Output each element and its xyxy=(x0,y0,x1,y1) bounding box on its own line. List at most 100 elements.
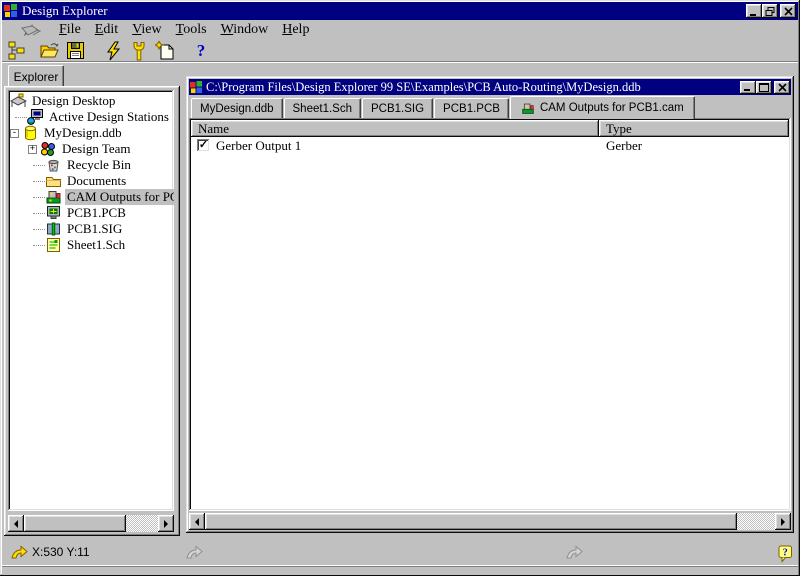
scroll-right-button[interactable] xyxy=(158,515,174,532)
document-close-button[interactable] xyxy=(774,81,790,94)
minimize-icon xyxy=(749,7,759,16)
left-arrow-icon xyxy=(195,518,199,526)
row-checkbox-checked[interactable]: ✓ xyxy=(197,139,210,152)
scrollbar-track[interactable] xyxy=(737,513,775,530)
tree-item-label: PCB1.PCB xyxy=(65,205,128,221)
menu-window[interactable]: Window xyxy=(214,21,276,39)
scroll-right-button[interactable] xyxy=(775,513,791,530)
close-button[interactable] xyxy=(780,4,796,18)
tab-explorer[interactable]: Explorer xyxy=(8,65,64,88)
sig-document-icon xyxy=(45,221,62,237)
restore-button[interactable] xyxy=(762,4,778,18)
scroll-left-button[interactable] xyxy=(8,515,24,532)
tab-label: PCB1.SIG xyxy=(371,103,424,115)
tree-item-pcb1-sig[interactable]: PCB1.SIG xyxy=(8,221,174,237)
lightning-bolt-icon xyxy=(104,41,122,61)
help-button[interactable]: ? xyxy=(188,40,214,62)
tab-label: Sheet1.Sch xyxy=(293,103,352,115)
cross-probe-icon-inactive xyxy=(185,545,203,559)
scrollbar-thumb[interactable] xyxy=(24,515,126,532)
tree-item-label: Design Desktop xyxy=(30,93,117,109)
tab-cam-outputs-active[interactable]: CAM Outputs for PCB1.cam xyxy=(510,96,695,119)
column-header-type[interactable]: Type xyxy=(599,120,789,137)
tree-item-label-selected: CAM Outputs for PCB1.cam xyxy=(65,189,174,205)
close-icon xyxy=(778,83,787,92)
tree-item-active-design-stations[interactable]: Active Design Stations xyxy=(8,109,174,125)
workspace: Explorer Design Desktop xyxy=(2,63,798,540)
explorer-tree-icon xyxy=(8,41,26,61)
design-explorer-window: Design Explorer File Edit View Tools Win… xyxy=(0,0,800,576)
tree-item-sheet1-sch[interactable]: Sheet1.Sch xyxy=(8,237,174,253)
new-document-icon xyxy=(155,41,175,61)
tree-item-mydesign-ddb[interactable]: - MyDesign.ddb xyxy=(8,125,174,141)
menu-file[interactable]: File xyxy=(52,21,88,39)
document-path-title: C:\Program Files\Design Explorer 99 SE\E… xyxy=(206,80,740,95)
explorer-horizontal-scrollbar[interactable] xyxy=(8,515,174,532)
tab-pcb1-sig[interactable]: PCB1.SIG xyxy=(362,98,433,118)
options-button[interactable] xyxy=(126,40,152,62)
document-titlebar: C:\Program Files\Design Explorer 99 SE\E… xyxy=(189,79,791,95)
folder-icon xyxy=(45,173,62,189)
design-menu-arrow-icon[interactable] xyxy=(20,24,42,36)
run-button[interactable] xyxy=(100,40,126,62)
document-window: C:\Program Files\Design Explorer 99 SE\E… xyxy=(186,76,794,533)
minimize-button[interactable] xyxy=(746,4,762,18)
design-tree: Design Desktop xyxy=(8,90,174,511)
column-label: Name xyxy=(198,121,229,137)
document-horizontal-scrollbar[interactable] xyxy=(189,513,791,530)
menu-help[interactable]: Help xyxy=(275,21,316,39)
tree-item-design-team[interactable]: + Design Team xyxy=(8,141,174,157)
tree-item-pcb1-pcb[interactable]: PCB1.PCB xyxy=(8,205,174,221)
expand-expander[interactable]: + xyxy=(28,145,37,154)
toggle-explorer-panel-button[interactable] xyxy=(4,40,30,62)
scrollbar-thumb[interactable] xyxy=(205,513,737,530)
new-document-button[interactable] xyxy=(152,40,178,62)
tree-item-documents[interactable]: Documents xyxy=(8,173,174,189)
collapse-expander[interactable]: - xyxy=(10,129,19,138)
output-name: Gerber Output 1 xyxy=(216,138,301,154)
recycle-bin-icon xyxy=(45,157,62,173)
open-document-button[interactable] xyxy=(36,40,62,62)
tree-item-label: Active Design Stations xyxy=(47,109,171,125)
minimize-icon xyxy=(743,83,753,92)
document-minimize-button[interactable] xyxy=(740,81,756,94)
explorer-frame: Design Desktop xyxy=(4,86,180,536)
maximize-icon xyxy=(759,83,769,92)
right-arrow-icon xyxy=(164,520,168,528)
document-tab-bar: MyDesign.ddb Sheet1.Sch PCB1.SIG PCB1.PC… xyxy=(189,96,791,118)
document-maximize-button[interactable] xyxy=(756,81,772,94)
column-header-name[interactable]: Name xyxy=(191,120,599,137)
workstation-icon xyxy=(27,109,44,125)
tree-item-cam-outputs[interactable]: CAM Outputs for PCB1.cam xyxy=(8,189,174,205)
menu-tools[interactable]: Tools xyxy=(169,21,214,39)
wrench-icon xyxy=(131,41,147,61)
bottom-strip xyxy=(2,565,798,575)
cursor-position: X:530 Y:11 xyxy=(32,545,90,559)
table-row[interactable]: ✓ Gerber Output 1 Gerber xyxy=(191,137,789,154)
close-icon xyxy=(784,7,793,16)
tree-connector xyxy=(33,229,45,230)
svg-text:?: ? xyxy=(783,548,788,559)
scroll-left-button[interactable] xyxy=(189,513,205,530)
scrollbar-track[interactable] xyxy=(126,515,158,532)
tab-pcb1-pcb[interactable]: PCB1.PCB xyxy=(434,98,509,118)
tree-item-design-desktop[interactable]: Design Desktop xyxy=(8,93,174,109)
explorer-panel: Explorer Design Desktop xyxy=(4,65,180,536)
tree-connector xyxy=(15,117,27,118)
tab-label: PCB1.PCB xyxy=(443,103,500,115)
app-logo-icon xyxy=(4,4,18,18)
tree-item-label: Recycle Bin xyxy=(65,157,133,173)
desktop-icon xyxy=(10,93,27,109)
tree-item-recycle-bin[interactable]: Recycle Bin xyxy=(8,157,174,173)
window-title: Design Explorer xyxy=(22,3,746,19)
help-icon: ? xyxy=(197,41,206,61)
column-label: Type xyxy=(606,121,632,137)
menu-view[interactable]: View xyxy=(125,21,169,39)
tab-mydesign-ddb[interactable]: MyDesign.ddb xyxy=(191,98,283,118)
tree-item-label: Design Team xyxy=(60,141,133,157)
context-help-button[interactable]: ? xyxy=(778,545,793,563)
menu-edit[interactable]: Edit xyxy=(88,21,125,39)
cross-probe-icon-active xyxy=(10,545,28,559)
tab-sheet1-sch[interactable]: Sheet1.Sch xyxy=(284,98,361,118)
save-button[interactable] xyxy=(62,40,88,62)
